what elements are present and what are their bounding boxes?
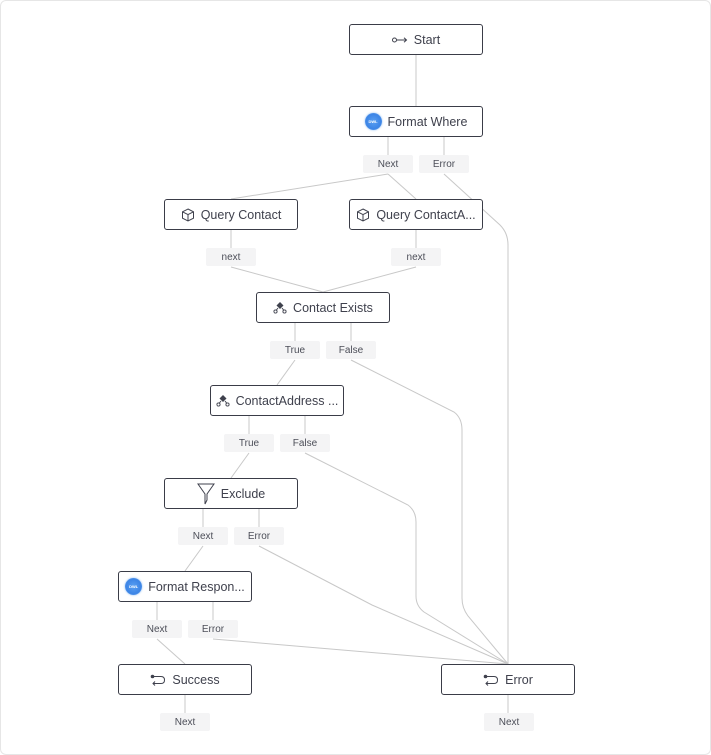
port-exclude-error[interactable]: Error xyxy=(234,527,284,545)
edge-format-where-error-error xyxy=(443,173,509,664)
edge-exclude-next xyxy=(184,545,204,572)
node-contact-address-exists[interactable]: ContactAddress ... xyxy=(210,385,344,416)
node-query-contact-address[interactable]: Query ContactA... xyxy=(349,199,483,230)
edge-query-contact-address-next-contact-exists xyxy=(322,266,417,293)
node-label: Error xyxy=(505,672,533,687)
edge-query-contact-next-contact-exists xyxy=(230,266,324,293)
port-error-next[interactable]: Next xyxy=(484,713,534,731)
decision-icon xyxy=(216,394,230,407)
node-label: ContactAddress ... xyxy=(235,393,339,408)
port-format-where-error[interactable]: Error xyxy=(419,155,469,173)
node-label: Format Where xyxy=(387,114,468,129)
node-query-contact[interactable]: Query Contact xyxy=(164,199,298,230)
arrow-connector-icon xyxy=(391,36,408,44)
node-label: Contact Exists xyxy=(293,300,373,315)
dataweave-icon: DWL xyxy=(125,578,143,595)
edge-contact-exists-true xyxy=(276,359,296,386)
dataweave-icon: DWL xyxy=(364,113,382,130)
node-label: Query Contact xyxy=(200,207,282,222)
edge-contact-address-true xyxy=(230,452,250,479)
node-error[interactable]: Error xyxy=(441,664,575,695)
node-format-response[interactable]: DWL Format Respon... xyxy=(118,571,252,602)
return-icon xyxy=(483,674,499,686)
edge-format-where-next-query-contact xyxy=(230,173,389,200)
port-contact-address-true[interactable]: True xyxy=(224,434,274,452)
edge-format-where-next-query-contact-address xyxy=(387,173,417,200)
node-label: Success xyxy=(172,672,220,687)
port-format-where-next[interactable]: Next xyxy=(363,155,413,173)
port-contact-exists-false[interactable]: False xyxy=(326,341,376,359)
node-label: Start xyxy=(413,32,441,47)
edge-contact-address-false-error xyxy=(304,452,509,665)
node-start[interactable]: Start xyxy=(349,24,483,55)
port-exclude-next[interactable]: Next xyxy=(178,527,228,545)
return-icon xyxy=(150,674,166,686)
port-format-response-error[interactable]: Error xyxy=(188,620,238,638)
edge-format-response-next xyxy=(156,638,186,665)
port-success-next[interactable]: Next xyxy=(160,713,210,731)
port-contact-exists-true[interactable]: True xyxy=(270,341,320,359)
edge-format-response-error-error xyxy=(212,638,509,665)
node-contact-exists[interactable]: Contact Exists xyxy=(256,292,390,323)
cube-icon xyxy=(356,207,370,222)
edge-contact-exists-false-error xyxy=(350,359,509,665)
filter-icon xyxy=(196,483,215,505)
node-exclude[interactable]: Exclude xyxy=(164,478,298,509)
cube-icon xyxy=(181,207,195,222)
port-query-contact-address-next[interactable]: next xyxy=(391,248,441,266)
node-label: Format Respon... xyxy=(148,579,245,594)
port-query-contact-next[interactable]: next xyxy=(206,248,256,266)
port-contact-address-false[interactable]: False xyxy=(280,434,330,452)
node-success[interactable]: Success xyxy=(118,664,252,695)
node-label: Query ContactA... xyxy=(376,207,476,222)
decision-icon xyxy=(273,301,287,314)
node-label: Exclude xyxy=(220,486,266,501)
node-format-where[interactable]: DWL Format Where xyxy=(349,106,483,137)
port-format-response-next[interactable]: Next xyxy=(132,620,182,638)
